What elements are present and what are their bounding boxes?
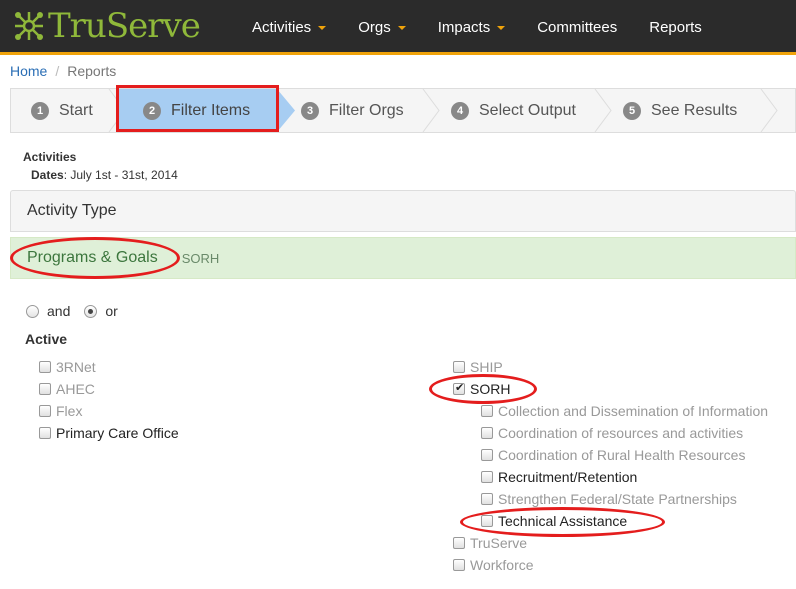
step-label: See Results xyxy=(651,101,738,119)
checkbox[interactable] xyxy=(481,427,493,439)
chevron-separator-icon xyxy=(422,89,440,132)
checkbox-label: Coordination of Rural Health Resources xyxy=(498,447,746,463)
checkbox-item-goal[interactable]: Collection and Dissemination of Informat… xyxy=(481,403,768,419)
nav-label: Reports xyxy=(649,19,702,36)
checkbox[interactable] xyxy=(453,537,465,549)
nav-label: Impacts xyxy=(437,19,491,36)
chevron-separator-icon xyxy=(594,89,612,132)
radio-or[interactable] xyxy=(84,304,98,318)
checkbox-label: TruServe xyxy=(470,535,528,551)
step-number-badge: 5 xyxy=(623,101,641,120)
caret-down-icon xyxy=(397,25,406,30)
annotation-highlight-box xyxy=(116,85,279,132)
active-section-heading: Active xyxy=(25,331,68,347)
wizard-step-filter-orgs[interactable]: 3 Filter Orgs xyxy=(301,89,404,132)
report-date-range: Dates: July 1st - 31st, 2014 xyxy=(31,168,178,182)
nav-impacts[interactable]: Impacts xyxy=(422,0,522,55)
chevron-separator-icon xyxy=(277,89,295,132)
nav-label: Committees xyxy=(537,19,618,36)
activity-type-panel-header[interactable]: Activity Type xyxy=(10,190,796,232)
dates-value: : July 1st - 31st, 2014 xyxy=(63,168,178,182)
checkbox[interactable] xyxy=(481,471,493,483)
breadcrumb-separator: / xyxy=(55,63,60,79)
wizard-step-see-results[interactable]: 5 See Results xyxy=(623,89,737,132)
checkbox-item-goal[interactable]: Recruitment/Retention xyxy=(481,469,637,485)
nav-orgs[interactable]: Orgs xyxy=(342,0,422,55)
checkbox-item-ahec[interactable]: AHEC xyxy=(39,381,95,397)
step-number-badge: 1 xyxy=(31,101,49,120)
annotation-ellipse xyxy=(460,507,665,537)
nav-activities[interactable]: Activities xyxy=(236,0,342,55)
checkbox-label: AHEC xyxy=(56,381,95,397)
checkbox[interactable] xyxy=(39,361,51,373)
checkbox[interactable] xyxy=(453,559,465,571)
nav-label: Orgs xyxy=(358,19,391,36)
network-logo-icon xyxy=(15,12,43,40)
checkbox[interactable] xyxy=(453,361,465,373)
checkbox-item-workforce[interactable]: Workforce xyxy=(453,557,534,573)
checkbox-item-primary-care-office[interactable]: Primary Care Office xyxy=(39,425,179,441)
checkbox[interactable] xyxy=(481,493,493,505)
match-mode-radio-group: and or xyxy=(26,303,132,319)
main-nav: Activities Orgs Impacts Committees Repor… xyxy=(236,0,718,55)
dates-label: Dates xyxy=(31,168,64,182)
breadcrumb-home-link[interactable]: Home xyxy=(10,63,47,79)
radio-and-label: and xyxy=(47,303,71,319)
checkbox-item-ship[interactable]: SHIP xyxy=(453,359,503,375)
truserve-logo[interactable]: TruServe xyxy=(12,6,201,46)
radio-or-label: or xyxy=(105,303,118,319)
breadcrumb: Home / Reports xyxy=(10,63,116,79)
radio-and[interactable] xyxy=(26,304,39,318)
checkbox-item-goal[interactable]: Coordination of Rural Health Resources xyxy=(481,447,745,463)
checkbox-label: Workforce xyxy=(470,557,534,573)
checkbox-label: Coordination of resources and activities xyxy=(498,425,744,441)
step-number-badge: 3 xyxy=(301,101,319,120)
chevron-separator-icon xyxy=(760,89,778,132)
top-navbar: TruServe Activities Orgs Impacts Committ… xyxy=(0,0,796,55)
checkbox-label: Flex xyxy=(56,403,83,419)
nav-reports[interactable]: Reports xyxy=(633,0,718,55)
annotation-ellipse xyxy=(429,374,537,404)
checkbox[interactable] xyxy=(39,383,51,395)
wizard-step-start[interactable]: 1 Start xyxy=(31,89,93,132)
caret-down-icon xyxy=(497,25,506,30)
checkbox[interactable] xyxy=(39,405,51,417)
report-type-title: Activities xyxy=(23,150,77,164)
panel-title: Activity Type xyxy=(27,202,117,219)
checkbox-label: Collection and Dissemination of Informat… xyxy=(498,403,769,419)
annotation-ellipse xyxy=(10,237,180,279)
nav-label: Activities xyxy=(252,19,312,36)
checkbox-item-goal[interactable]: Coordination of resources and activities xyxy=(481,425,743,441)
step-label: Select Output xyxy=(479,101,576,119)
panel-selection-summary: SORH xyxy=(181,250,220,266)
step-number-badge: 4 xyxy=(451,101,469,120)
wizard-step-select-output[interactable]: 4 Select Output xyxy=(451,89,576,132)
checkbox-label: Recruitment/Retention xyxy=(498,469,638,485)
checkbox-item-flex[interactable]: Flex xyxy=(39,403,82,419)
checkbox-label: 3RNet xyxy=(56,359,96,375)
checkbox-label: Strengthen Federal/State Partnerships xyxy=(498,491,737,507)
checkbox-label: Primary Care Office xyxy=(56,425,179,441)
checkbox-item-goal[interactable]: Strengthen Federal/State Partnerships xyxy=(481,491,737,507)
checkbox-label: SHIP xyxy=(470,359,503,375)
checkbox-item-3rnet[interactable]: 3RNet xyxy=(39,359,96,375)
logo-text: TruServe xyxy=(48,6,201,46)
step-label: Start xyxy=(59,101,93,119)
checkbox[interactable] xyxy=(39,427,51,439)
breadcrumb-current: Reports xyxy=(67,63,117,79)
caret-down-icon xyxy=(318,25,327,30)
nav-committees[interactable]: Committees xyxy=(521,0,633,55)
checkbox[interactable] xyxy=(481,449,493,461)
step-label: Filter Orgs xyxy=(329,101,404,119)
checkbox-item-truserve[interactable]: TruServe xyxy=(453,535,527,551)
checkbox[interactable] xyxy=(481,405,493,417)
